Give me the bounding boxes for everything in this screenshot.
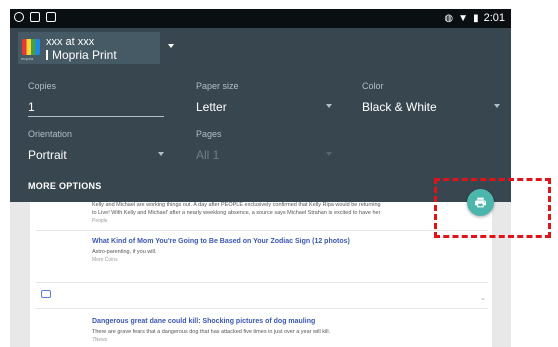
paper-size-select[interactable]: Letter [196,100,227,114]
pages-label: Pages [196,129,222,139]
status-time: 2:01 [483,12,505,24]
mopria-logo-icon [22,39,40,55]
story2-title-text: What Kind of Mom You're Going to Be Base… [92,238,311,245]
color-dropdown-icon[interactable] [494,104,500,108]
story3-title: Dangerous great dane could kill: Shockin… [92,318,316,325]
category-icon [41,290,51,298]
orientation-dropdown-icon[interactable] [158,152,164,156]
story2-source: More Coins [92,257,118,263]
story3-subtitle: There are grave fears that a dangerous d… [92,329,331,335]
story3-source: 7News [92,337,108,343]
story2-count: (12 photos) [312,238,350,245]
highlight-box [434,178,551,238]
printer-name: xxx at xxx [46,36,95,48]
status-left-icons [14,12,56,22]
row-chevron-down-icon: ⌄ [480,295,486,302]
pages-dropdown-icon [326,152,332,156]
story1-text-line2: to Live! With Kelly and Michael' after a… [92,210,381,216]
status-right-icons: ◍ ▼ ▮ 2:01 [444,11,505,26]
copies-label: Copies [28,81,57,91]
story1-source: People [92,218,108,224]
color-select[interactable]: Black & White [362,100,437,114]
notification-icon [14,12,24,22]
story1-text-line1: Kelly and Michael are working things out… [92,202,381,208]
printer-dropdown-icon[interactable] [168,44,174,48]
text-cursor [46,50,48,60]
printer-service-label: Mopria Print [52,48,117,62]
more-options-button[interactable]: MORE OPTIONS [28,181,102,191]
printer-logo-text: mopria [21,56,34,61]
vibrate-icon: ◍ [444,12,454,24]
status-bar: ◍ ▼ ▮ 2:01 [10,9,511,28]
sim-icon [46,12,56,22]
paper-size-label: Paper size [196,81,239,91]
printer-service: Mopria Print [46,48,117,62]
wifi-icon: ▼ [458,12,469,24]
orientation-select[interactable]: Portrait [28,148,67,162]
print-options-panel: mopria xxx at xxx Mopria Print Copies 1 … [10,28,511,215]
copies-input[interactable]: 1 [28,100,35,114]
printer-selector[interactable]: mopria xxx at xxx Mopria Print [18,32,160,64]
battery-icon: ▮ [473,12,479,24]
row-divider [36,230,488,231]
pages-select: All 1 [196,148,220,162]
orientation-label: Orientation [28,129,73,139]
copies-underline [28,116,164,117]
screenshot-icon [30,12,40,22]
story2-subtitle: Astro-parenting, if you will. [92,249,157,255]
paper-size-dropdown-icon[interactable] [326,104,332,108]
row-divider [36,308,488,309]
row-divider [36,282,488,283]
story2-title: What Kind of Mom You're Going to Be Base… [92,238,350,245]
preview-page: Kelly and Michael are working things out… [30,202,492,347]
color-label: Color [362,81,384,91]
